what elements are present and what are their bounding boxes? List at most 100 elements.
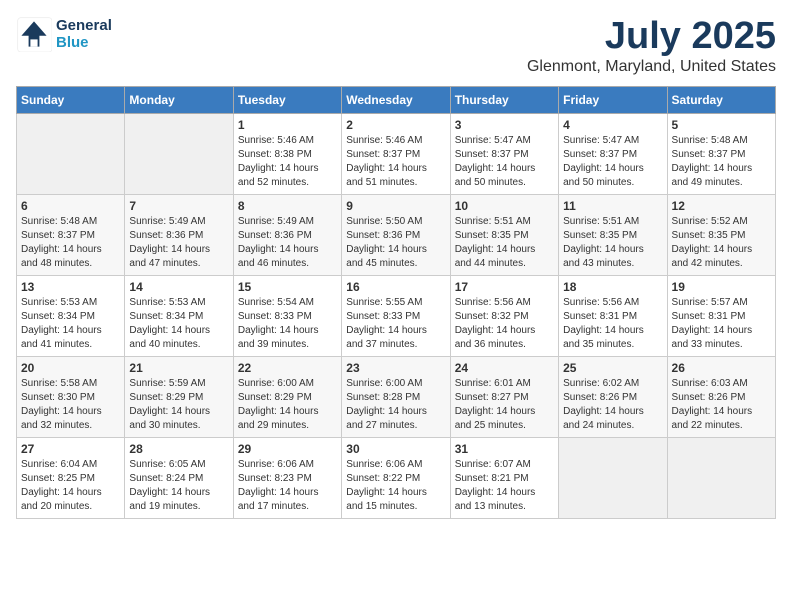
day-info: Sunrise: 5:50 AMSunset: 8:36 PMDaylight:… (346, 215, 445, 271)
calendar-week-row: 13 Sunrise: 5:53 AMSunset: 8:34 PMDayligh… (17, 275, 776, 356)
calendar-cell: 6 Sunrise: 5:48 AMSunset: 8:37 PMDaylight… (17, 194, 125, 275)
day-number: 8 (238, 199, 337, 213)
day-info: Sunrise: 6:01 AMSunset: 8:27 PMDaylight:… (455, 377, 554, 433)
day-info: Sunrise: 5:48 AMSunset: 8:37 PMDaylight:… (21, 215, 120, 271)
day-number: 13 (21, 280, 120, 294)
day-info: Sunrise: 5:48 AMSunset: 8:37 PMDaylight:… (672, 134, 771, 190)
day-info: Sunrise: 6:05 AMSunset: 8:24 PMDaylight:… (129, 458, 228, 514)
calendar-cell (17, 113, 125, 194)
logo: General Blue (16, 16, 112, 52)
calendar-cell: 3Sunrise: 5:47 AMSunset: 8:37 PMDaylight… (450, 113, 558, 194)
calendar-cell: 24 Sunrise: 6:01 AMSunset: 8:27 PMDayligh… (450, 356, 558, 437)
day-info: Sunrise: 5:56 AMSunset: 8:31 PMDaylight:… (563, 296, 662, 352)
day-number: 24 (455, 361, 554, 375)
calendar-cell: 8 Sunrise: 5:49 AMSunset: 8:36 PMDaylight… (233, 194, 341, 275)
weekday-header: Saturday (667, 86, 775, 113)
day-info: Sunrise: 5:49 AMSunset: 8:36 PMDaylight:… (238, 215, 337, 271)
calendar-cell: 21Sunrise: 5:59 AMSunset: 8:29 PMDayligh… (125, 356, 233, 437)
day-number: 23 (346, 361, 445, 375)
day-info: Sunrise: 5:59 AMSunset: 8:29 PMDaylight:… (129, 377, 228, 433)
day-info: Sunrise: 5:51 AMSunset: 8:35 PMDaylight:… (455, 215, 554, 271)
day-number: 12 (672, 199, 771, 213)
calendar-cell: 2Sunrise: 5:46 AMSunset: 8:37 PMDaylight… (342, 113, 450, 194)
calendar-week-row: 20Sunrise: 5:58 AMSunset: 8:30 PMDayligh… (17, 356, 776, 437)
weekday-header: Sunday (17, 86, 125, 113)
day-info: Sunrise: 6:00 AMSunset: 8:29 PMDaylight:… (238, 377, 337, 433)
calendar-cell: 27Sunrise: 6:04 AMSunset: 8:25 PMDayligh… (17, 437, 125, 518)
day-number: 28 (129, 442, 228, 456)
day-number: 1 (238, 118, 337, 132)
day-info: Sunrise: 6:03 AMSunset: 8:26 PMDaylight:… (672, 377, 771, 433)
day-number: 16 (346, 280, 445, 294)
day-info: Sunrise: 5:56 AMSunset: 8:32 PMDaylight:… (455, 296, 554, 352)
day-number: 15 (238, 280, 337, 294)
calendar-cell (667, 437, 775, 518)
calendar-cell (125, 113, 233, 194)
calendar-cell: 28 Sunrise: 6:05 AMSunset: 8:24 PMDayligh… (125, 437, 233, 518)
calendar-cell: 11 Sunrise: 5:51 AMSunset: 8:35 PMDayligh… (559, 194, 667, 275)
calendar-cell: 14Sunrise: 5:53 AMSunset: 8:34 PMDayligh… (125, 275, 233, 356)
day-info: Sunrise: 5:52 AMSunset: 8:35 PMDaylight:… (672, 215, 771, 271)
weekday-header: Thursday (450, 86, 558, 113)
calendar-cell: 20Sunrise: 5:58 AMSunset: 8:30 PMDayligh… (17, 356, 125, 437)
main-title: July 2025 (527, 16, 776, 58)
day-info: Sunrise: 6:02 AMSunset: 8:26 PMDaylight:… (563, 377, 662, 433)
title-block: July 2025 Glenmont, Maryland, United Sta… (527, 16, 776, 76)
day-number: 20 (21, 361, 120, 375)
day-number: 30 (346, 442, 445, 456)
day-info: Sunrise: 6:06 AMSunset: 8:22 PMDaylight:… (346, 458, 445, 514)
calendar-cell: 18Sunrise: 5:56 AMSunset: 8:31 PMDayligh… (559, 275, 667, 356)
calendar-header: SundayMondayTuesdayWednesdayThursdayFrid… (17, 86, 776, 113)
calendar-cell: 10 Sunrise: 5:51 AMSunset: 8:35 PMDayligh… (450, 194, 558, 275)
calendar-body: 1 Sunrise: 5:46 AMSunset: 8:38 PMDaylight… (17, 113, 776, 518)
subtitle: Glenmont, Maryland, United States (527, 58, 776, 76)
calendar-cell: 4Sunrise: 5:47 AMSunset: 8:37 PMDaylight… (559, 113, 667, 194)
day-number: 22 (238, 361, 337, 375)
calendar-cell: 30 Sunrise: 6:06 AMSunset: 8:22 PMDayligh… (342, 437, 450, 518)
day-number: 7 (129, 199, 228, 213)
calendar-cell: 29 Sunrise: 6:06 AMSunset: 8:23 PMDayligh… (233, 437, 341, 518)
calendar-cell: 23 Sunrise: 6:00 AMSunset: 8:28 PMDayligh… (342, 356, 450, 437)
calendar-cell: 22 Sunrise: 6:00 AMSunset: 8:29 PMDayligh… (233, 356, 341, 437)
logo-line1: General (56, 17, 112, 34)
calendar-cell: 17 Sunrise: 5:56 AMSunset: 8:32 PMDayligh… (450, 275, 558, 356)
day-info: Sunrise: 5:57 AMSunset: 8:31 PMDaylight:… (672, 296, 771, 352)
calendar-cell: 9 Sunrise: 5:50 AMSunset: 8:36 PMDaylight… (342, 194, 450, 275)
day-number: 6 (21, 199, 120, 213)
day-info: Sunrise: 5:46 AMSunset: 8:37 PMDaylight:… (346, 134, 445, 190)
day-number: 14 (129, 280, 228, 294)
day-number: 17 (455, 280, 554, 294)
day-info: Sunrise: 6:07 AMSunset: 8:21 PMDaylight:… (455, 458, 554, 514)
day-number: 10 (455, 199, 554, 213)
calendar-table: SundayMondayTuesdayWednesdayThursdayFrid… (16, 86, 776, 519)
day-info: Sunrise: 6:00 AMSunset: 8:28 PMDaylight:… (346, 377, 445, 433)
weekday-header: Tuesday (233, 86, 341, 113)
day-info: Sunrise: 5:51 AMSunset: 8:35 PMDaylight:… (563, 215, 662, 271)
day-info: Sunrise: 6:06 AMSunset: 8:23 PMDaylight:… (238, 458, 337, 514)
day-number: 9 (346, 199, 445, 213)
day-number: 26 (672, 361, 771, 375)
day-number: 19 (672, 280, 771, 294)
calendar-week-row: 1 Sunrise: 5:46 AMSunset: 8:38 PMDaylight… (17, 113, 776, 194)
day-number: 29 (238, 442, 337, 456)
calendar-week-row: 6 Sunrise: 5:48 AMSunset: 8:37 PMDaylight… (17, 194, 776, 275)
calendar-cell: 12 Sunrise: 5:52 AMSunset: 8:35 PMDayligh… (667, 194, 775, 275)
weekday-header: Friday (559, 86, 667, 113)
day-info: Sunrise: 5:49 AMSunset: 8:36 PMDaylight:… (129, 215, 228, 271)
weekday-header: Wednesday (342, 86, 450, 113)
logo-icon (16, 16, 52, 52)
logo-line2: Blue (56, 34, 112, 51)
calendar-cell: 7 Sunrise: 5:49 AMSunset: 8:36 PMDaylight… (125, 194, 233, 275)
day-number: 11 (563, 199, 662, 213)
day-info: Sunrise: 5:47 AMSunset: 8:37 PMDaylight:… (455, 134, 554, 190)
calendar-cell: 26 Sunrise: 6:03 AMSunset: 8:26 PMDayligh… (667, 356, 775, 437)
day-number: 25 (563, 361, 662, 375)
calendar-cell: 13 Sunrise: 5:53 AMSunset: 8:34 PMDayligh… (17, 275, 125, 356)
calendar-cell (559, 437, 667, 518)
calendar-cell: 25 Sunrise: 6:02 AMSunset: 8:26 PMDayligh… (559, 356, 667, 437)
day-info: Sunrise: 5:47 AMSunset: 8:37 PMDaylight:… (563, 134, 662, 190)
calendar-cell: 5Sunrise: 5:48 AMSunset: 8:37 PMDaylight… (667, 113, 775, 194)
day-info: Sunrise: 5:46 AMSunset: 8:38 PMDaylight:… (238, 134, 337, 190)
calendar-cell: 1 Sunrise: 5:46 AMSunset: 8:38 PMDaylight… (233, 113, 341, 194)
day-info: Sunrise: 5:53 AMSunset: 8:34 PMDaylight:… (21, 296, 120, 352)
